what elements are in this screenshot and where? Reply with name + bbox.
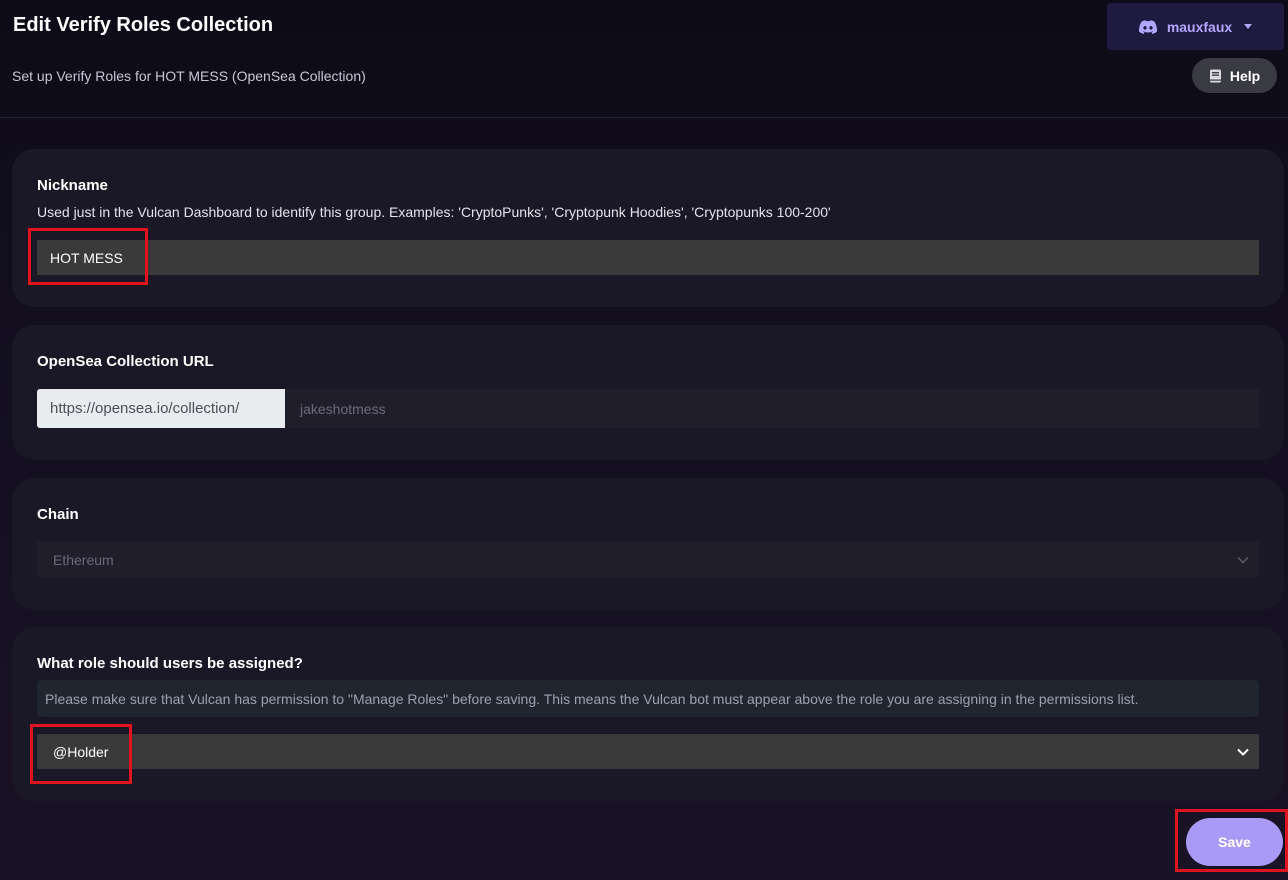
book-icon [1209, 69, 1222, 83]
chevron-down-icon [1237, 556, 1249, 564]
chain-selected-value: Ethereum [53, 551, 114, 568]
opensea-url-group: https://opensea.io/collection/ jakeshotm… [37, 389, 1259, 428]
role-permission-notice: Please make sure that Vulcan has permiss… [37, 680, 1259, 717]
help-label: Help [1229, 67, 1261, 84]
page-subtitle: Set up Verify Roles for HOT MESS (OpenSe… [12, 68, 366, 84]
header-divider [0, 117, 1288, 118]
chain-select[interactable]: Ethereum [37, 542, 1259, 577]
nickname-card: Nickname Used just in the Vulcan Dashboa… [12, 149, 1284, 307]
role-select[interactable]: @Holder [37, 734, 1259, 769]
nickname-label: Nickname [37, 177, 108, 194]
page-title: Edit Verify Roles Collection [13, 14, 274, 36]
user-name: mauxfaux [1166, 18, 1233, 35]
role-selected-value: @Holder [53, 743, 109, 760]
chevron-down-icon [1237, 748, 1249, 756]
opensea-card: OpenSea Collection URL https://opensea.i… [12, 325, 1284, 460]
role-card: What role should users be assigned? Plea… [12, 627, 1284, 801]
nickname-description: Used just in the Vulcan Dashboard to ide… [37, 204, 831, 220]
save-button[interactable]: Save [1186, 818, 1283, 866]
chain-label: Chain [37, 506, 79, 523]
opensea-url-label: OpenSea Collection URL [37, 353, 214, 370]
caret-down-icon [1244, 24, 1253, 29]
opensea-url-prefix: https://opensea.io/collection/ [37, 389, 285, 428]
nickname-input[interactable]: HOT MESS [37, 240, 1259, 275]
chain-card: Chain Ethereum [12, 478, 1284, 610]
user-menu-button[interactable]: mauxfaux [1107, 3, 1284, 50]
opensea-slug-input[interactable]: jakeshotmess [285, 389, 1259, 428]
help-button[interactable]: Help [1192, 58, 1277, 93]
role-label: What role should users be assigned? [37, 655, 303, 672]
discord-icon [1138, 19, 1157, 34]
